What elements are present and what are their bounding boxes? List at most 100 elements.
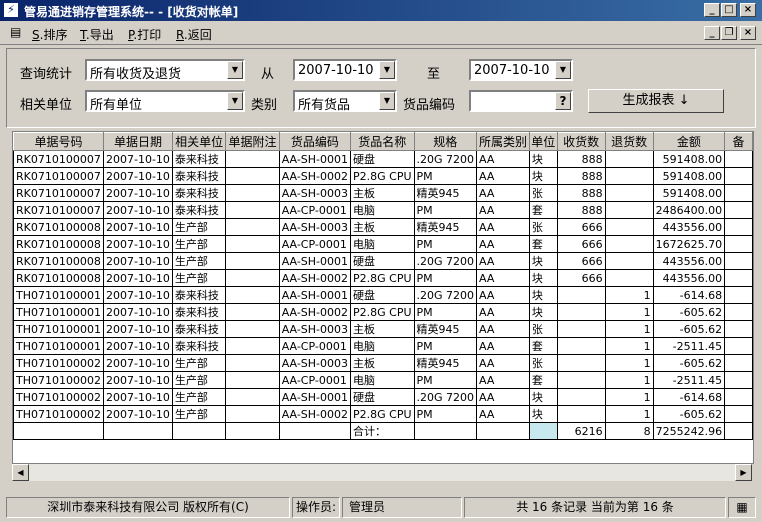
table-cell[interactable]: 666	[556, 269, 606, 287]
table-cell[interactable]: RK0710100008	[13, 269, 104, 287]
column-header[interactable]: 单据日期	[102, 132, 173, 151]
table-cell[interactable]: 硬盘	[350, 388, 415, 406]
table-cell[interactable]: AA-CP-0001	[278, 235, 352, 253]
code-input[interactable]: ?	[469, 90, 573, 112]
table-cell[interactable]: P2.8G CPU	[350, 303, 415, 321]
table-cell[interactable]	[724, 303, 753, 321]
table-row[interactable]: RK0710100008 2007-10-10 生产部 AA-SH-0001 硬盘 .20…	[13, 252, 753, 270]
table-cell[interactable]: AA-SH-0002	[278, 269, 352, 287]
table-cell[interactable]	[604, 201, 654, 219]
table-cell[interactable]: AA	[476, 303, 530, 321]
table-cell[interactable]: 主板	[350, 184, 415, 202]
table-cell[interactable]: .20G 7200	[413, 252, 478, 270]
table-cell[interactable]: 块	[528, 286, 558, 304]
table-cell[interactable]: AA-SH-0001	[278, 286, 352, 304]
table-cell[interactable]: TH0710100001	[13, 337, 104, 355]
table-cell[interactable]: 2007-10-10	[102, 167, 173, 185]
table-cell[interactable]: 泰来科技	[171, 167, 227, 185]
table-cell[interactable]: 生产部	[171, 252, 227, 270]
table-cell[interactable]	[724, 286, 753, 304]
table-cell[interactable]: AA	[476, 269, 530, 287]
table-cell[interactable]	[604, 269, 654, 287]
table-cell[interactable]: RK0710100007	[13, 184, 104, 202]
table-cell[interactable]: 块	[528, 252, 558, 270]
table-cell[interactable]	[724, 184, 753, 202]
column-header[interactable]: 退货数	[604, 132, 654, 151]
table-cell[interactable]: RK0710100007	[13, 167, 104, 185]
menu-return[interactable]: R.返回	[176, 26, 212, 43]
table-cell[interactable]: 2007-10-10	[102, 320, 173, 338]
table-cell[interactable]	[556, 371, 606, 389]
table-cell[interactable]: 443556.00	[652, 218, 726, 236]
child-restore-button[interactable]: ❐	[721, 26, 737, 40]
table-cell[interactable]: 591408.00	[652, 167, 726, 185]
table-cell[interactable]	[724, 371, 753, 389]
table-cell[interactable]: 张	[528, 218, 558, 236]
table-cell[interactable]: 666	[556, 235, 606, 253]
table-row[interactable]: RK0710100007 2007-10-10 泰来科技 AA-SH-0003 主板 精英…	[13, 184, 753, 202]
table-cell[interactable]	[604, 184, 654, 202]
table-cell[interactable]: 精英945	[413, 354, 478, 372]
table-row[interactable]: RK0710100007 2007-10-10 泰来科技 AA-CP-0001 电脑 PM…	[13, 201, 753, 219]
column-header[interactable]: 单据号码	[13, 132, 104, 151]
table-cell[interactable]: PM	[413, 371, 478, 389]
table-cell[interactable]: 泰来科技	[171, 303, 227, 321]
table-cell[interactable]: 生产部	[171, 388, 227, 406]
table-cell[interactable]: PM	[413, 167, 478, 185]
table-cell[interactable]: 主板	[350, 218, 415, 236]
table-cell[interactable]: 2007-10-10	[102, 269, 173, 287]
table-cell[interactable]: AA	[476, 150, 530, 168]
total-cell[interactable]	[724, 422, 753, 440]
table-row[interactable]: RK0710100008 2007-10-10 生产部 AA-SH-0002 P2.8G…	[13, 269, 753, 287]
column-header[interactable]: 货品名称	[350, 132, 415, 151]
table-cell[interactable]: 泰来科技	[171, 337, 227, 355]
total-cell[interactable]	[476, 422, 530, 440]
menu-export[interactable]: T.导出	[80, 26, 114, 43]
table-cell[interactable]: 精英945	[413, 320, 478, 338]
table-cell[interactable]	[724, 405, 753, 423]
table-cell[interactable]: 块	[528, 303, 558, 321]
table-cell[interactable]: 1	[604, 286, 654, 304]
table-cell[interactable]: 2486400.00	[652, 201, 726, 219]
chevron-down-icon[interactable]: ▼	[227, 92, 243, 110]
table-cell[interactable]: PM	[413, 337, 478, 355]
column-header[interactable]: 所属类别	[476, 132, 530, 151]
table-cell[interactable]: AA	[476, 201, 530, 219]
table-cell[interactable]: AA	[476, 252, 530, 270]
from-date-picker[interactable]: 2007-10-10 ▼	[293, 59, 397, 81]
total-cell[interactable]: 6216	[556, 422, 606, 440]
table-cell[interactable]: 电脑	[350, 371, 415, 389]
table-cell[interactable]: .20G 7200	[413, 150, 478, 168]
table-cell[interactable]: 888	[556, 184, 606, 202]
table-cell[interactable]: 888	[556, 150, 606, 168]
table-cell[interactable]: TH0710100002	[13, 371, 104, 389]
total-cell[interactable]	[413, 422, 478, 440]
table-cell[interactable]: 2007-10-10	[102, 252, 173, 270]
table-cell[interactable]: AA-SH-0002	[278, 167, 352, 185]
category-select[interactable]: 所有货品 ▼	[293, 90, 397, 113]
table-row[interactable]: RK0710100007 2007-10-10 泰来科技 AA-SH-0002 P2.8…	[13, 167, 753, 185]
table-cell[interactable]: 泰来科技	[171, 286, 227, 304]
table-cell[interactable]: 生产部	[171, 235, 227, 253]
table-cell[interactable]: 泰来科技	[171, 201, 227, 219]
total-cell[interactable]	[171, 422, 227, 440]
table-row[interactable]: TH0710100001 2007-10-10 泰来科技 AA-SH-0001 硬盘 .2…	[13, 286, 753, 304]
table-cell[interactable]: 2007-10-10	[102, 201, 173, 219]
table-cell[interactable]: 块	[528, 150, 558, 168]
table-cell[interactable]: 硬盘	[350, 286, 415, 304]
table-cell[interactable]	[225, 235, 280, 253]
table-cell[interactable]: PM	[413, 405, 478, 423]
table-cell[interactable]: 2007-10-10	[102, 235, 173, 253]
child-close-button[interactable]: ×	[740, 26, 756, 40]
table-cell[interactable]: PM	[413, 269, 478, 287]
table-cell[interactable]: 精英945	[413, 218, 478, 236]
table-cell[interactable]: 主板	[350, 354, 415, 372]
table-cell[interactable]: AA	[476, 320, 530, 338]
total-cell[interactable]: 合计：	[350, 422, 415, 440]
table-row[interactable]: TH0710100001 2007-10-10 泰来科技 AA-SH-0002 P2.8…	[13, 303, 753, 321]
table-cell[interactable]: 张	[528, 354, 558, 372]
table-cell[interactable]: 888	[556, 201, 606, 219]
table-cell[interactable]: 主板	[350, 320, 415, 338]
table-cell[interactable]	[604, 167, 654, 185]
table-cell[interactable]	[724, 201, 753, 219]
